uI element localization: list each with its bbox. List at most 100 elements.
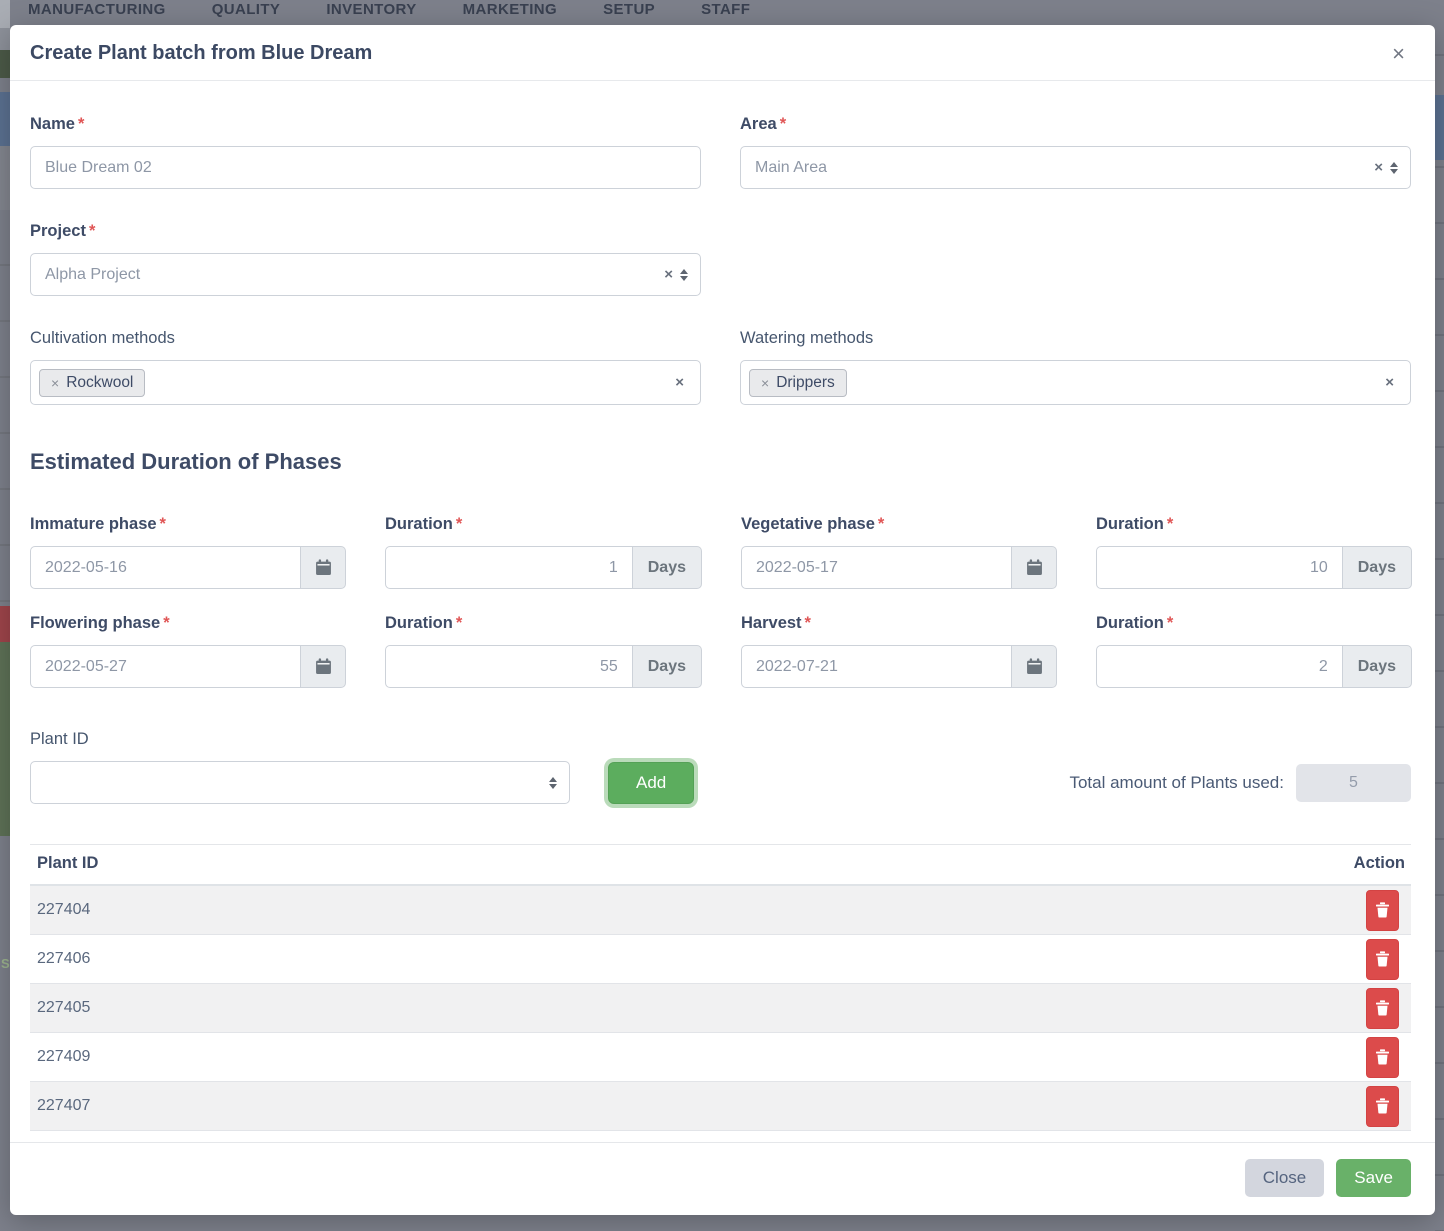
total-plants-value xyxy=(1296,764,1411,802)
background-right-sliver xyxy=(1435,0,1444,1231)
project-label: Project* xyxy=(30,222,701,241)
cultivation-clear-icon[interactable]: × xyxy=(675,375,684,390)
vegetative-duration-input[interactable] xyxy=(1096,546,1343,589)
delete-row-button[interactable] xyxy=(1366,1037,1399,1078)
harvest-duration-group: Duration* Days xyxy=(1096,614,1412,688)
project-sort-arrows-icon[interactable] xyxy=(680,269,688,281)
area-sort-arrows-icon[interactable] xyxy=(1390,162,1398,174)
background-navbar: MANUFACTURING QUALITY INVENTORY MARKETIN… xyxy=(28,0,1444,26)
table-header-row: Plant ID Action xyxy=(30,844,1411,886)
add-button[interactable]: Add xyxy=(608,762,694,804)
area-selected-value: Main Area xyxy=(755,159,827,177)
trash-icon xyxy=(1375,1000,1390,1016)
project-clear-icon[interactable]: × xyxy=(664,267,673,282)
area-clear-icon[interactable]: × xyxy=(1374,160,1383,175)
calendar-icon[interactable] xyxy=(1012,645,1057,688)
required-asterisk: * xyxy=(456,515,462,533)
tag-drippers: × Drippers xyxy=(749,369,847,397)
nav-item-manufacturing: MANUFACTURING xyxy=(28,0,166,18)
modal-body: Name* Area* Main Area × xyxy=(10,81,1435,1142)
required-asterisk: * xyxy=(78,115,84,133)
project-select[interactable]: Alpha Project × xyxy=(30,253,701,296)
close-button[interactable]: Close xyxy=(1245,1159,1324,1197)
immature-phase-label: Immature phase* xyxy=(30,515,346,534)
watering-clear-icon[interactable]: × xyxy=(1385,375,1394,390)
harvest-date-input[interactable] xyxy=(741,645,1012,688)
plant-id-cell: 227405 xyxy=(37,999,90,1017)
nav-item-staff: STAFF xyxy=(701,0,750,18)
duration-label: Duration* xyxy=(1096,515,1412,534)
harvest-duration-input[interactable] xyxy=(1096,645,1343,688)
table-row: 227404 xyxy=(30,886,1411,935)
table-row: 227409 xyxy=(30,1033,1411,1082)
immature-phase-group: Immature phase* xyxy=(30,515,346,589)
trash-icon xyxy=(1375,951,1390,967)
plant-id-cell: 227404 xyxy=(37,901,90,919)
table-row: 227407 xyxy=(30,1082,1411,1131)
nav-item-quality: QUALITY xyxy=(212,0,281,18)
required-asterisk: * xyxy=(780,115,786,133)
plant-id-cell: 227407 xyxy=(37,1097,90,1115)
flowering-phase-label: Flowering phase* xyxy=(30,614,346,633)
name-field-group: Name* xyxy=(30,115,701,189)
days-unit-addon: Days xyxy=(1343,546,1412,589)
immature-duration-group: Duration* Days xyxy=(385,515,702,589)
required-asterisk: * xyxy=(1167,614,1173,632)
area-field-group: Area* Main Area × xyxy=(740,115,1411,189)
flowering-phase-date-input[interactable] xyxy=(30,645,301,688)
delete-row-button[interactable] xyxy=(1366,1086,1399,1127)
tag-label: Rockwool xyxy=(66,374,133,392)
calendar-icon[interactable] xyxy=(301,645,346,688)
plant-id-table: Plant ID Action 227404 227406 227405 xyxy=(30,844,1411,1131)
delete-row-button[interactable] xyxy=(1366,939,1399,980)
plant-id-cell: 227409 xyxy=(37,1048,90,1066)
name-input[interactable] xyxy=(30,146,701,189)
watering-methods-label: Watering methods xyxy=(740,329,1411,348)
close-icon[interactable]: × xyxy=(1386,43,1411,65)
total-plants-label: Total amount of Plants used: xyxy=(1069,773,1284,793)
watering-methods-multiselect[interactable]: × Drippers × xyxy=(740,360,1411,405)
delete-row-button[interactable] xyxy=(1366,890,1399,931)
background-partial-letter: S xyxy=(1,956,10,971)
flowering-phase-group: Flowering phase* xyxy=(30,614,346,688)
duration-label: Duration* xyxy=(1096,614,1412,633)
flowering-duration-input[interactable] xyxy=(385,645,633,688)
area-label: Area* xyxy=(740,115,1411,134)
vegetative-phase-date-input[interactable] xyxy=(741,546,1012,589)
trash-icon xyxy=(1375,1098,1390,1114)
required-asterisk: * xyxy=(805,614,811,632)
trash-icon xyxy=(1375,1049,1390,1065)
vegetative-phase-label: Vegetative phase* xyxy=(741,515,1057,534)
tag-remove-icon[interactable]: × xyxy=(761,375,769,391)
tag-remove-icon[interactable]: × xyxy=(51,375,59,391)
project-field-group: Project* Alpha Project × xyxy=(30,222,701,296)
plant-id-sort-arrows-icon[interactable] xyxy=(549,777,557,789)
vegetative-phase-group: Vegetative phase* xyxy=(741,515,1057,589)
immature-duration-input[interactable] xyxy=(385,546,633,589)
immature-phase-date-input[interactable] xyxy=(30,546,301,589)
days-unit-addon: Days xyxy=(1343,645,1412,688)
nav-item-setup: SETUP xyxy=(603,0,655,18)
background-left-sliver: S xyxy=(0,0,10,1231)
plant-id-cell: 227406 xyxy=(37,950,90,968)
nav-item-inventory: INVENTORY xyxy=(326,0,416,18)
calendar-icon[interactable] xyxy=(301,546,346,589)
plant-id-select[interactable] xyxy=(30,761,570,804)
cultivation-methods-label: Cultivation methods xyxy=(30,329,701,348)
phases-section-heading: Estimated Duration of Phases xyxy=(30,449,1411,475)
cultivation-methods-multiselect[interactable]: × Rockwool × xyxy=(30,360,701,405)
delete-row-button[interactable] xyxy=(1366,988,1399,1029)
harvest-label: Harvest* xyxy=(741,614,1057,633)
total-plants-group: Total amount of Plants used: xyxy=(1069,764,1411,802)
save-button[interactable]: Save xyxy=(1336,1159,1411,1197)
modal-footer: Close Save xyxy=(10,1142,1435,1215)
table-row: 227405 xyxy=(30,984,1411,1033)
duration-label: Duration* xyxy=(385,614,702,633)
area-select[interactable]: Main Area × xyxy=(740,146,1411,189)
table-header-plant-id: Plant ID xyxy=(37,854,98,873)
table-header-action: Action xyxy=(1354,854,1405,873)
required-asterisk: * xyxy=(89,222,95,240)
calendar-icon[interactable] xyxy=(1012,546,1057,589)
project-selected-value: Alpha Project xyxy=(45,266,140,284)
trash-icon xyxy=(1375,902,1390,918)
